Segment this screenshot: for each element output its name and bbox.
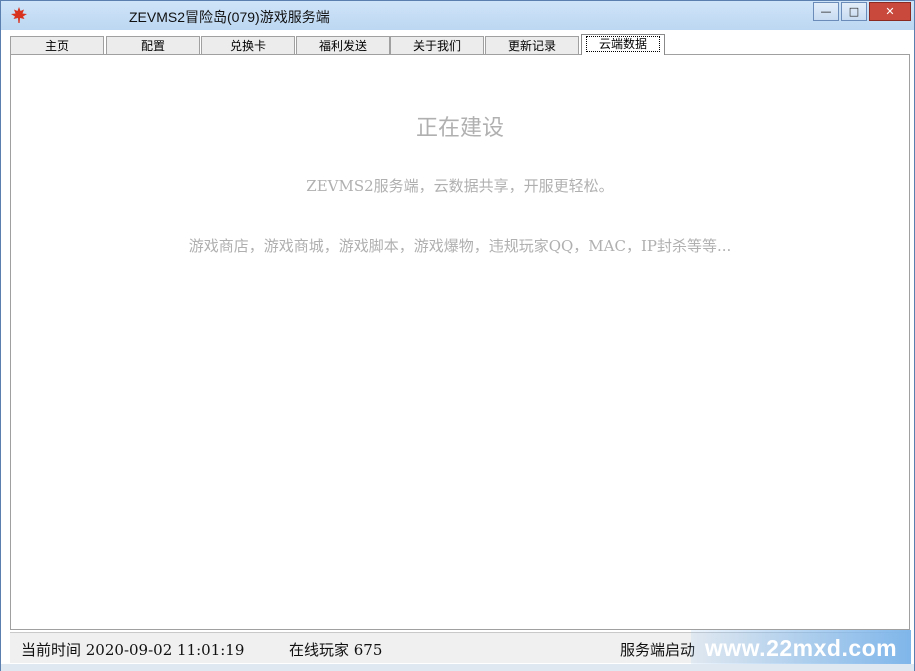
page-heading: 正在建设: [415, 116, 504, 141]
status-server-start: 服务端启动: [620, 641, 696, 659]
status-online-players: 在线玩家 675: [289, 641, 383, 659]
tab-config[interactable]: 配置: [106, 36, 200, 55]
description-line-2: 游戏商店，游戏商城，游戏脚本，游戏爆物，违规玩家QQ，MAC，IP封杀等等...: [188, 237, 732, 255]
tab-cloud-data[interactable]: 云端数据: [581, 34, 665, 55]
minimize-button[interactable]: —: [813, 2, 839, 21]
tab-strip: 主页 配置 兑换卡 福利发送 关于我们 更新记录 云端数据: [10, 34, 910, 55]
title-bar[interactable]: ZEVMS2冒险岛(079)游戏服务端 — □ ✕: [1, 1, 914, 30]
description-line-1: ZEVMS2服务端，云数据共享，开服更轻松。: [306, 177, 614, 195]
window-bottom-edge: [1, 664, 914, 671]
site-watermark: www.22mxd.com: [691, 630, 911, 666]
window-title: ZEVMS2冒险岛(079)游戏服务端: [129, 9, 330, 25]
close-button[interactable]: ✕: [869, 2, 911, 21]
tab-changelog[interactable]: 更新记录: [485, 36, 579, 55]
tab-home[interactable]: 主页: [10, 36, 104, 55]
tab-welfare-send[interactable]: 福利发送: [296, 36, 390, 55]
tab-panel-cloud-data: 正在建设 ZEVMS2服务端，云数据共享，开服更轻松。 游戏商店，游戏商城，游戏…: [10, 54, 910, 630]
app-window: ZEVMS2冒险岛(079)游戏服务端 — □ ✕ 主页 配置 兑换卡 福利发送…: [0, 0, 915, 671]
status-current-time: 当前时间 2020-09-02 11:01:19: [21, 641, 245, 659]
tab-about-us[interactable]: 关于我们: [390, 36, 484, 55]
maple-leaf-icon: [11, 7, 27, 23]
maximize-button[interactable]: □: [841, 2, 867, 21]
tab-redeem-card[interactable]: 兑换卡: [201, 36, 295, 55]
